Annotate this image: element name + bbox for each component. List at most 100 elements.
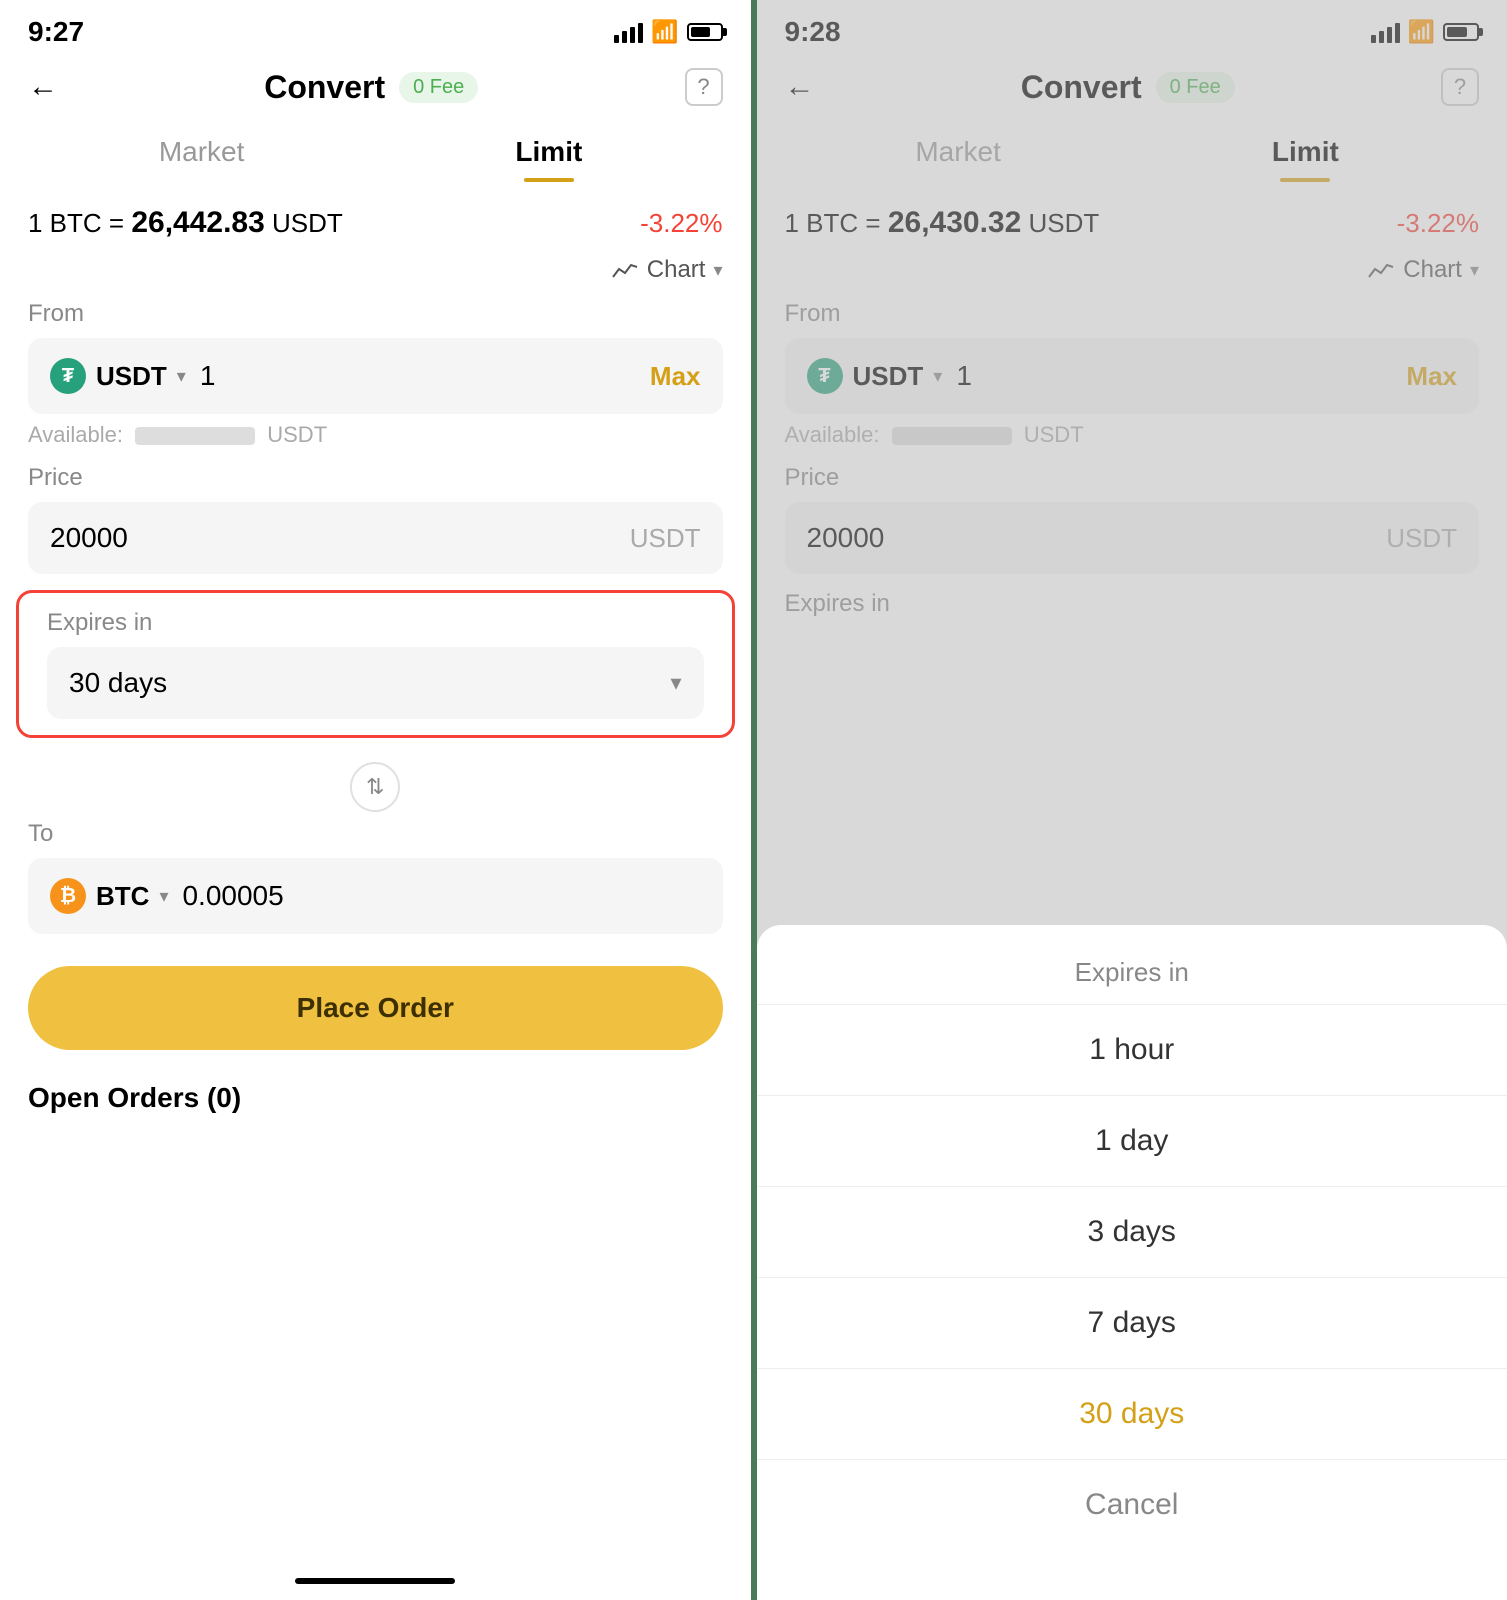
from-currency-selector-left[interactable]: ₮ USDT ▾ [50, 358, 186, 394]
from-input-value-right[interactable]: 1 [956, 360, 1392, 392]
expires-value-left: 30 days [69, 667, 670, 699]
chart-label-left: Chart [647, 256, 706, 284]
swap-button-left[interactable]: ⇅ [350, 762, 400, 812]
expires-option-7days[interactable]: 7 days [757, 1278, 1507, 1369]
from-chevron-icon-left: ▾ [177, 366, 186, 387]
time-right: 9:28 [785, 16, 841, 48]
chart-toggle-left[interactable]: Chart ▾ [0, 256, 751, 300]
status-icons-right: 📶 [1371, 19, 1479, 45]
back-button-right[interactable]: ← [785, 70, 815, 104]
expires-bottom-sheet[interactable]: Expires in 1 hour 1 day 3 days 7 days 30… [757, 925, 1507, 1600]
expires-label-left: Expires in [47, 609, 704, 637]
price-suffix-right: USDT [1029, 208, 1100, 238]
expires-chevron-icon-left: ▾ [670, 670, 681, 696]
chevron-down-icon-left: ▾ [713, 260, 722, 281]
expires-section-right: Expires in [757, 590, 1507, 628]
expires-label-right: Expires in [785, 590, 1480, 618]
max-button-left[interactable]: Max [650, 361, 701, 392]
chart-toggle-right[interactable]: Chart ▾ [757, 256, 1507, 300]
home-indicator-left [295, 1578, 455, 1584]
price-section-left: Price 20000 USDT [0, 464, 751, 574]
available-text-right: Available: USDT [785, 414, 1480, 448]
chart-icon-right [1367, 259, 1395, 281]
to-chevron-icon-left: ▾ [159, 886, 168, 907]
wifi-icon: 📶 [651, 19, 678, 45]
price-value-right: 26,430.32 [888, 206, 1021, 239]
price-row-right: 1 BTC = 26,430.32 USDT -3.22% [757, 206, 1507, 256]
tab-limit-left[interactable]: Limit [375, 122, 722, 182]
from-chevron-icon-right: ▾ [933, 366, 942, 387]
price-input-value-left[interactable]: 20000 [50, 522, 630, 554]
to-label-left: To [28, 820, 723, 848]
from-input-value-left[interactable]: 1 [200, 360, 636, 392]
battery-icon [687, 23, 723, 41]
nav-header-right: ← Convert 0 Fee ? [757, 56, 1507, 122]
price-input-value-right[interactable]: 20000 [807, 522, 1387, 554]
expires-option-3days[interactable]: 3 days [757, 1187, 1507, 1278]
chart-label-right: Chart [1403, 256, 1462, 284]
price-prefix-left: 1 BTC = [28, 208, 124, 238]
available-text-left: Available: USDT [28, 414, 723, 448]
time-left: 9:27 [28, 16, 84, 48]
price-input-currency-left: USDT [630, 523, 701, 554]
tabs-left: Market Limit [0, 122, 751, 182]
tether-icon-right: ₮ [807, 358, 843, 394]
price-input-row-left[interactable]: 20000 USDT [28, 502, 723, 574]
help-button-right[interactable]: ? [1441, 68, 1479, 106]
max-button-right[interactable]: Max [1406, 361, 1457, 392]
status-bar-right: 9:28 📶 [757, 0, 1507, 56]
from-input-row-right: ₮ USDT ▾ 1 Max [785, 338, 1480, 414]
from-label-left: From [28, 300, 723, 328]
price-info-left: 1 BTC = 26,442.83 USDT [28, 206, 343, 240]
available-blur-right [892, 427, 1012, 445]
available-blur-left [135, 427, 255, 445]
nav-title-right: Convert [1021, 69, 1142, 106]
price-input-row-right[interactable]: 20000 USDT [785, 502, 1480, 574]
tab-market-left[interactable]: Market [28, 122, 375, 182]
from-currency-selector-right[interactable]: ₮ USDT ▾ [807, 358, 943, 394]
open-orders-left: Open Orders (0) [0, 1066, 751, 1130]
from-input-row-left: ₮ USDT ▾ 1 Max [28, 338, 723, 414]
tether-icon-left: ₮ [50, 358, 86, 394]
help-button-left[interactable]: ? [685, 68, 723, 106]
right-screen: 9:28 📶 ← Convert 0 Fee ? Market Limit [757, 0, 1507, 1600]
from-currency-name-right: USDT [853, 361, 924, 392]
swap-btn-row-left: ⇅ [0, 754, 751, 820]
expires-option-1day[interactable]: 1 day [757, 1096, 1507, 1187]
tab-limit-right[interactable]: Limit [1132, 122, 1479, 182]
expires-option-30days[interactable]: 30 days [757, 1369, 1507, 1460]
expires-section-left: Expires in 30 days ▾ [16, 590, 735, 738]
from-currency-name-left: USDT [96, 361, 167, 392]
price-info-right: 1 BTC = 26,430.32 USDT [785, 206, 1100, 240]
tab-market-right[interactable]: Market [785, 122, 1132, 182]
tabs-right: Market Limit [757, 122, 1507, 182]
back-button-left[interactable]: ← [28, 70, 58, 104]
to-currency-selector-left[interactable]: ₿ BTC ▾ [50, 878, 168, 914]
chevron-down-icon-right: ▾ [1470, 260, 1479, 281]
fee-badge-left: 0 Fee [399, 72, 478, 103]
to-input-value-left[interactable]: 0.00005 [182, 880, 700, 912]
wifi-icon-right: 📶 [1408, 19, 1435, 45]
nav-title-left: Convert [264, 69, 385, 106]
to-section-left: To ₿ BTC ▾ 0.00005 [0, 820, 751, 934]
chart-icon-left [611, 259, 639, 281]
expires-option-1hour[interactable]: 1 hour [757, 1005, 1507, 1096]
left-screen: 9:27 📶 ← Convert 0 Fee ? Market Limit [0, 0, 751, 1600]
btc-icon-left: ₿ [50, 878, 86, 914]
price-label-right: Price [785, 464, 1480, 492]
price-suffix-left: USDT [272, 208, 343, 238]
battery-icon-right [1443, 23, 1479, 41]
price-change-right: -3.22% [1397, 208, 1479, 239]
nav-title-group-left: Convert 0 Fee [264, 69, 478, 106]
from-section-left: From ₮ USDT ▾ 1 Max Available: USDT [0, 300, 751, 448]
signal-icon-right [1371, 21, 1400, 43]
price-row-left: 1 BTC = 26,442.83 USDT -3.22% [0, 206, 751, 256]
from-label-right: From [785, 300, 1480, 328]
to-currency-name-left: BTC [96, 881, 149, 912]
status-bar-left: 9:27 📶 [0, 0, 751, 56]
price-input-currency-right: USDT [1386, 523, 1457, 554]
place-order-button-left[interactable]: Place Order [28, 966, 723, 1050]
nav-header-left: ← Convert 0 Fee ? [0, 56, 751, 122]
expires-dropdown-left[interactable]: 30 days ▾ [47, 647, 704, 719]
expires-cancel-button[interactable]: Cancel [757, 1460, 1507, 1550]
